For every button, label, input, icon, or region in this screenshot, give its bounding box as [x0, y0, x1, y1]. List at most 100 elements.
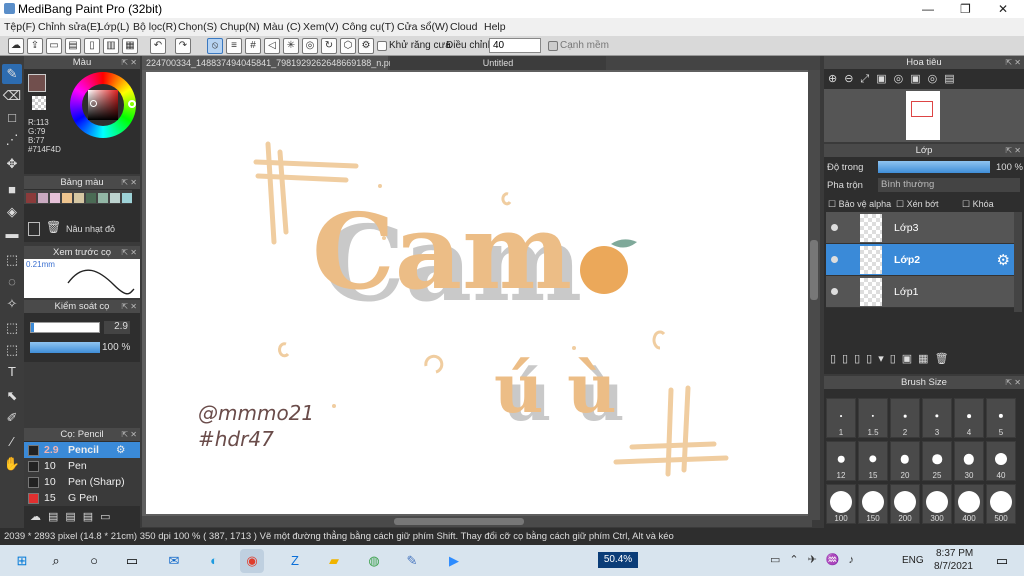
system-tray-icons[interactable]: ▭⌃✈♒♪ [770, 553, 863, 566]
select-rect-tool-icon[interactable]: ⬚ [2, 250, 22, 270]
select-eraser-tool-icon[interactable]: ⬚ [2, 340, 22, 360]
brush-size-option[interactable]: 300 [922, 484, 952, 524]
text-tool-icon[interactable]: T [2, 362, 22, 382]
gradient-tool-icon[interactable]: ▬ [2, 224, 22, 244]
app-icon[interactable]: ◍ [362, 549, 386, 573]
palette-swatch[interactable] [110, 193, 120, 203]
snap-perspective-icon[interactable]: ◁ [264, 38, 280, 54]
start-menu-icon[interactable]: ⊞ [10, 549, 34, 573]
medibang-taskbar-icon[interactable]: ✎ [400, 549, 424, 573]
rectangle-tool-icon[interactable]: □ [2, 108, 22, 128]
menu-file[interactable]: Tệp(F) [4, 21, 36, 33]
brush-size-option[interactable]: 100 [826, 484, 856, 524]
brush-size-option[interactable]: 12 [826, 441, 856, 481]
color-picker-handle[interactable] [90, 100, 97, 107]
brush-size-option[interactable]: 25 [922, 441, 952, 481]
brush-size-option[interactable]: 1.5 [858, 398, 888, 438]
layer-list-scrollbar[interactable] [1014, 212, 1022, 312]
layer-row[interactable]: Lớp1 [826, 276, 1014, 308]
snap-ellipse-icon[interactable]: ⬡ [340, 38, 356, 54]
menu-capture[interactable]: Chụp(N) [220, 21, 260, 33]
vertical-scrollbar[interactable] [808, 70, 820, 520]
primary-color-swatch[interactable] [28, 74, 46, 92]
brush-size-value[interactable]: 2.9 [104, 321, 130, 334]
layer-row[interactable]: Lớp3 [826, 212, 1014, 244]
brush-size-option[interactable]: 1 [826, 398, 856, 438]
zalo-icon[interactable]: Z [283, 549, 307, 573]
edge-icon[interactable]: ◐ [202, 549, 226, 573]
brush-size-option[interactable]: 15 [858, 441, 888, 481]
menu-help[interactable]: Help [484, 21, 506, 33]
minimize-icon[interactable]: — [922, 2, 934, 16]
settings-gear-icon[interactable]: ⚙ [358, 38, 374, 54]
horizontal-scroll-thumb[interactable] [394, 518, 524, 525]
tab-file[interactable]: 224700334_148837494045841_79819292626486… [142, 56, 399, 70]
clock-time[interactable]: 8:37 PM [936, 548, 973, 559]
layer-actions[interactable]: ▯▯▯▯▾▯▣▦🗑 [830, 352, 955, 365]
move-tool-icon[interactable]: ✥ [2, 154, 22, 174]
redo-icon[interactable]: ↷ [175, 38, 191, 54]
palette-swatch[interactable] [98, 193, 108, 203]
grid-icon[interactable]: ▦ [122, 38, 138, 54]
new-palette-icon[interactable] [28, 222, 40, 236]
clock-date[interactable]: 8/7/2021 [934, 561, 973, 572]
brush-size-option[interactable]: 4 [954, 398, 984, 438]
menu-layer[interactable]: Lớp(L) [98, 21, 129, 33]
drawing-canvas[interactable]: Cam Cam ú ù ú ù @mmmo21 #hdr47 [146, 72, 808, 514]
lasso-tool-icon[interactable]: ◌ [2, 272, 22, 292]
undo-icon[interactable]: ↶ [150, 38, 166, 54]
notification-icon[interactable]: ▭ [990, 549, 1014, 573]
menu-tools[interactable]: Công cụ(T) [342, 21, 395, 33]
menu-filter[interactable]: Bộ lọc(R) [133, 21, 177, 33]
brush-size-option[interactable]: 500 [986, 484, 1016, 524]
protect-alpha-checkbox[interactable]: ☐ Bảo vệ alpha [828, 199, 891, 210]
divide-tool-icon[interactable]: ✐ [2, 408, 22, 428]
brush-item-g-pen[interactable]: 15 G Pen [24, 490, 140, 506]
hue-handle[interactable] [128, 100, 136, 108]
page-icon[interactable]: ▥ [103, 38, 119, 54]
lock-checkbox[interactable]: ☐ Khóa [962, 199, 994, 210]
cortana-icon[interactable]: ○ [82, 549, 106, 573]
brush-size-option[interactable]: 200 [890, 484, 920, 524]
mail-icon[interactable]: ✉ [162, 549, 186, 573]
chrome-icon[interactable]: ◉ [240, 549, 264, 573]
menu-cloud[interactable]: Cloud [450, 21, 477, 33]
share-icon[interactable]: ⇪ [27, 38, 43, 54]
delete-palette-icon[interactable]: 🗑 [46, 220, 61, 234]
visibility-eye-icon[interactable] [831, 224, 838, 231]
select-pen-tool-icon[interactable]: ⬚ [2, 318, 22, 338]
task-view-icon[interactable]: ▭ [120, 549, 144, 573]
chat-icon[interactable]: ▤ [65, 38, 81, 54]
brush-size-option[interactable]: 2 [890, 398, 920, 438]
brush-item-pen[interactable]: 10 Pen [24, 458, 140, 474]
magic-wand-tool-icon[interactable]: ✧ [2, 294, 22, 314]
snap-off-icon[interactable]: ⦸ [207, 38, 223, 54]
palette-swatch[interactable] [38, 193, 48, 203]
snap-parallel-icon[interactable]: ≡ [226, 38, 242, 54]
brush-size-option[interactable]: 150 [858, 484, 888, 524]
brush-opacity-slider[interactable] [30, 342, 100, 353]
brush-list-actions[interactable]: ☁▤▤▤▭ [30, 510, 118, 523]
menu-edit[interactable]: Chỉnh sửa(E) [38, 21, 100, 33]
palette-swatch[interactable] [122, 193, 132, 203]
layer-row-selected[interactable]: Lớp2 ⚙ [826, 244, 1014, 276]
brush-size-option[interactable]: 20 [890, 441, 920, 481]
operation-tool-icon[interactable]: ⬉ [2, 386, 22, 406]
snap-circle-icon[interactable]: ◎ [302, 38, 318, 54]
blend-mode-select[interactable]: Bình thường [878, 178, 1020, 192]
navigator-tools[interactable]: ⊕⊖⤢▣◎▣◎▤ [828, 72, 962, 86]
document-icon[interactable]: ▯ [84, 38, 100, 54]
palette-swatch[interactable] [50, 193, 60, 203]
snap-radial-icon[interactable]: ✳ [283, 38, 299, 54]
menu-window[interactable]: Cửa sổ(W) [397, 21, 448, 33]
file-explorer-icon[interactable]: ▰ [322, 549, 346, 573]
cloud-icon[interactable]: ☁ [8, 38, 24, 54]
eyedropper-tool-icon[interactable]: ⁄ [2, 432, 22, 452]
brush-size-option[interactable]: 5 [986, 398, 1016, 438]
navigator-thumbnail[interactable] [906, 91, 940, 140]
brush-size-option[interactable]: 30 [954, 441, 984, 481]
brush-size-option[interactable]: 40 [986, 441, 1016, 481]
palette-swatch[interactable] [62, 193, 72, 203]
brush-item-pen-sharp[interactable]: 10 Pen (Sharp) [24, 474, 140, 490]
brush-item-pencil[interactable]: 2.9 Pencil ⚙ [24, 442, 140, 458]
